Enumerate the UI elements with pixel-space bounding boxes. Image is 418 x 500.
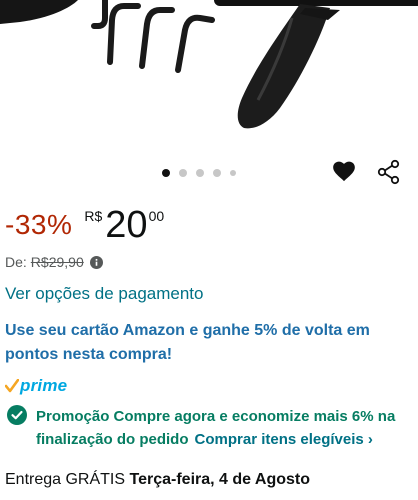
eligible-items-link-label[interactable]: Comprar itens elegíveis [195, 431, 364, 448]
chevron-right-icon: › [367, 431, 373, 448]
info-icon[interactable] [89, 255, 103, 269]
list-price-value: R$29,90 [30, 254, 84, 270]
eligible-items-link[interactable]: Comprar itens elegíveis › [195, 431, 373, 448]
product-image-garden-tools [0, 0, 418, 129]
price-row: -33% R$ 20 00 [5, 205, 164, 245]
carousel-dot-4[interactable] [213, 169, 221, 177]
share-icon[interactable] [377, 159, 401, 185]
prime-check-icon [5, 379, 19, 393]
delivery-date: Terça-feira, 4 de Agosto [129, 471, 311, 488]
price-currency: R$ [84, 208, 103, 224]
list-price: De: R$29,90 [5, 254, 103, 270]
list-price-label: De: [5, 254, 27, 270]
promotion-row: Promoção Compre agora e economize mais 6… [7, 405, 417, 451]
price-fraction: 00 [148, 208, 165, 224]
delivery-prefix: Entrega GRÁTIS [5, 471, 126, 488]
discount-percentage: -33% [5, 209, 73, 240]
product-image[interactable] [0, 0, 418, 160]
carousel-dot-5[interactable] [230, 170, 236, 176]
prime-badge: prime [5, 376, 67, 396]
carousel-dot-1[interactable] [162, 169, 170, 177]
carousel-dot-2[interactable] [179, 169, 187, 177]
image-carousel-dots[interactable] [162, 169, 236, 177]
payment-options-link[interactable]: Ver opções de pagamento [5, 284, 203, 304]
heart-icon[interactable] [331, 158, 357, 184]
check-circle-icon [7, 405, 27, 425]
current-price: R$ 20 00 [84, 205, 164, 245]
promotion-text: Promoção Compre agora e economize mais 6… [36, 405, 416, 451]
delivery-info: Entrega GRÁTIS Terça-feira, 4 de Agosto [5, 471, 310, 489]
carousel-dot-3[interactable] [196, 169, 204, 177]
prime-label: prime [20, 376, 68, 395]
price-whole: 20 [105, 204, 148, 246]
amazon-card-promo[interactable]: Use seu cartão Amazon e ganhe 5% de volt… [5, 319, 415, 367]
